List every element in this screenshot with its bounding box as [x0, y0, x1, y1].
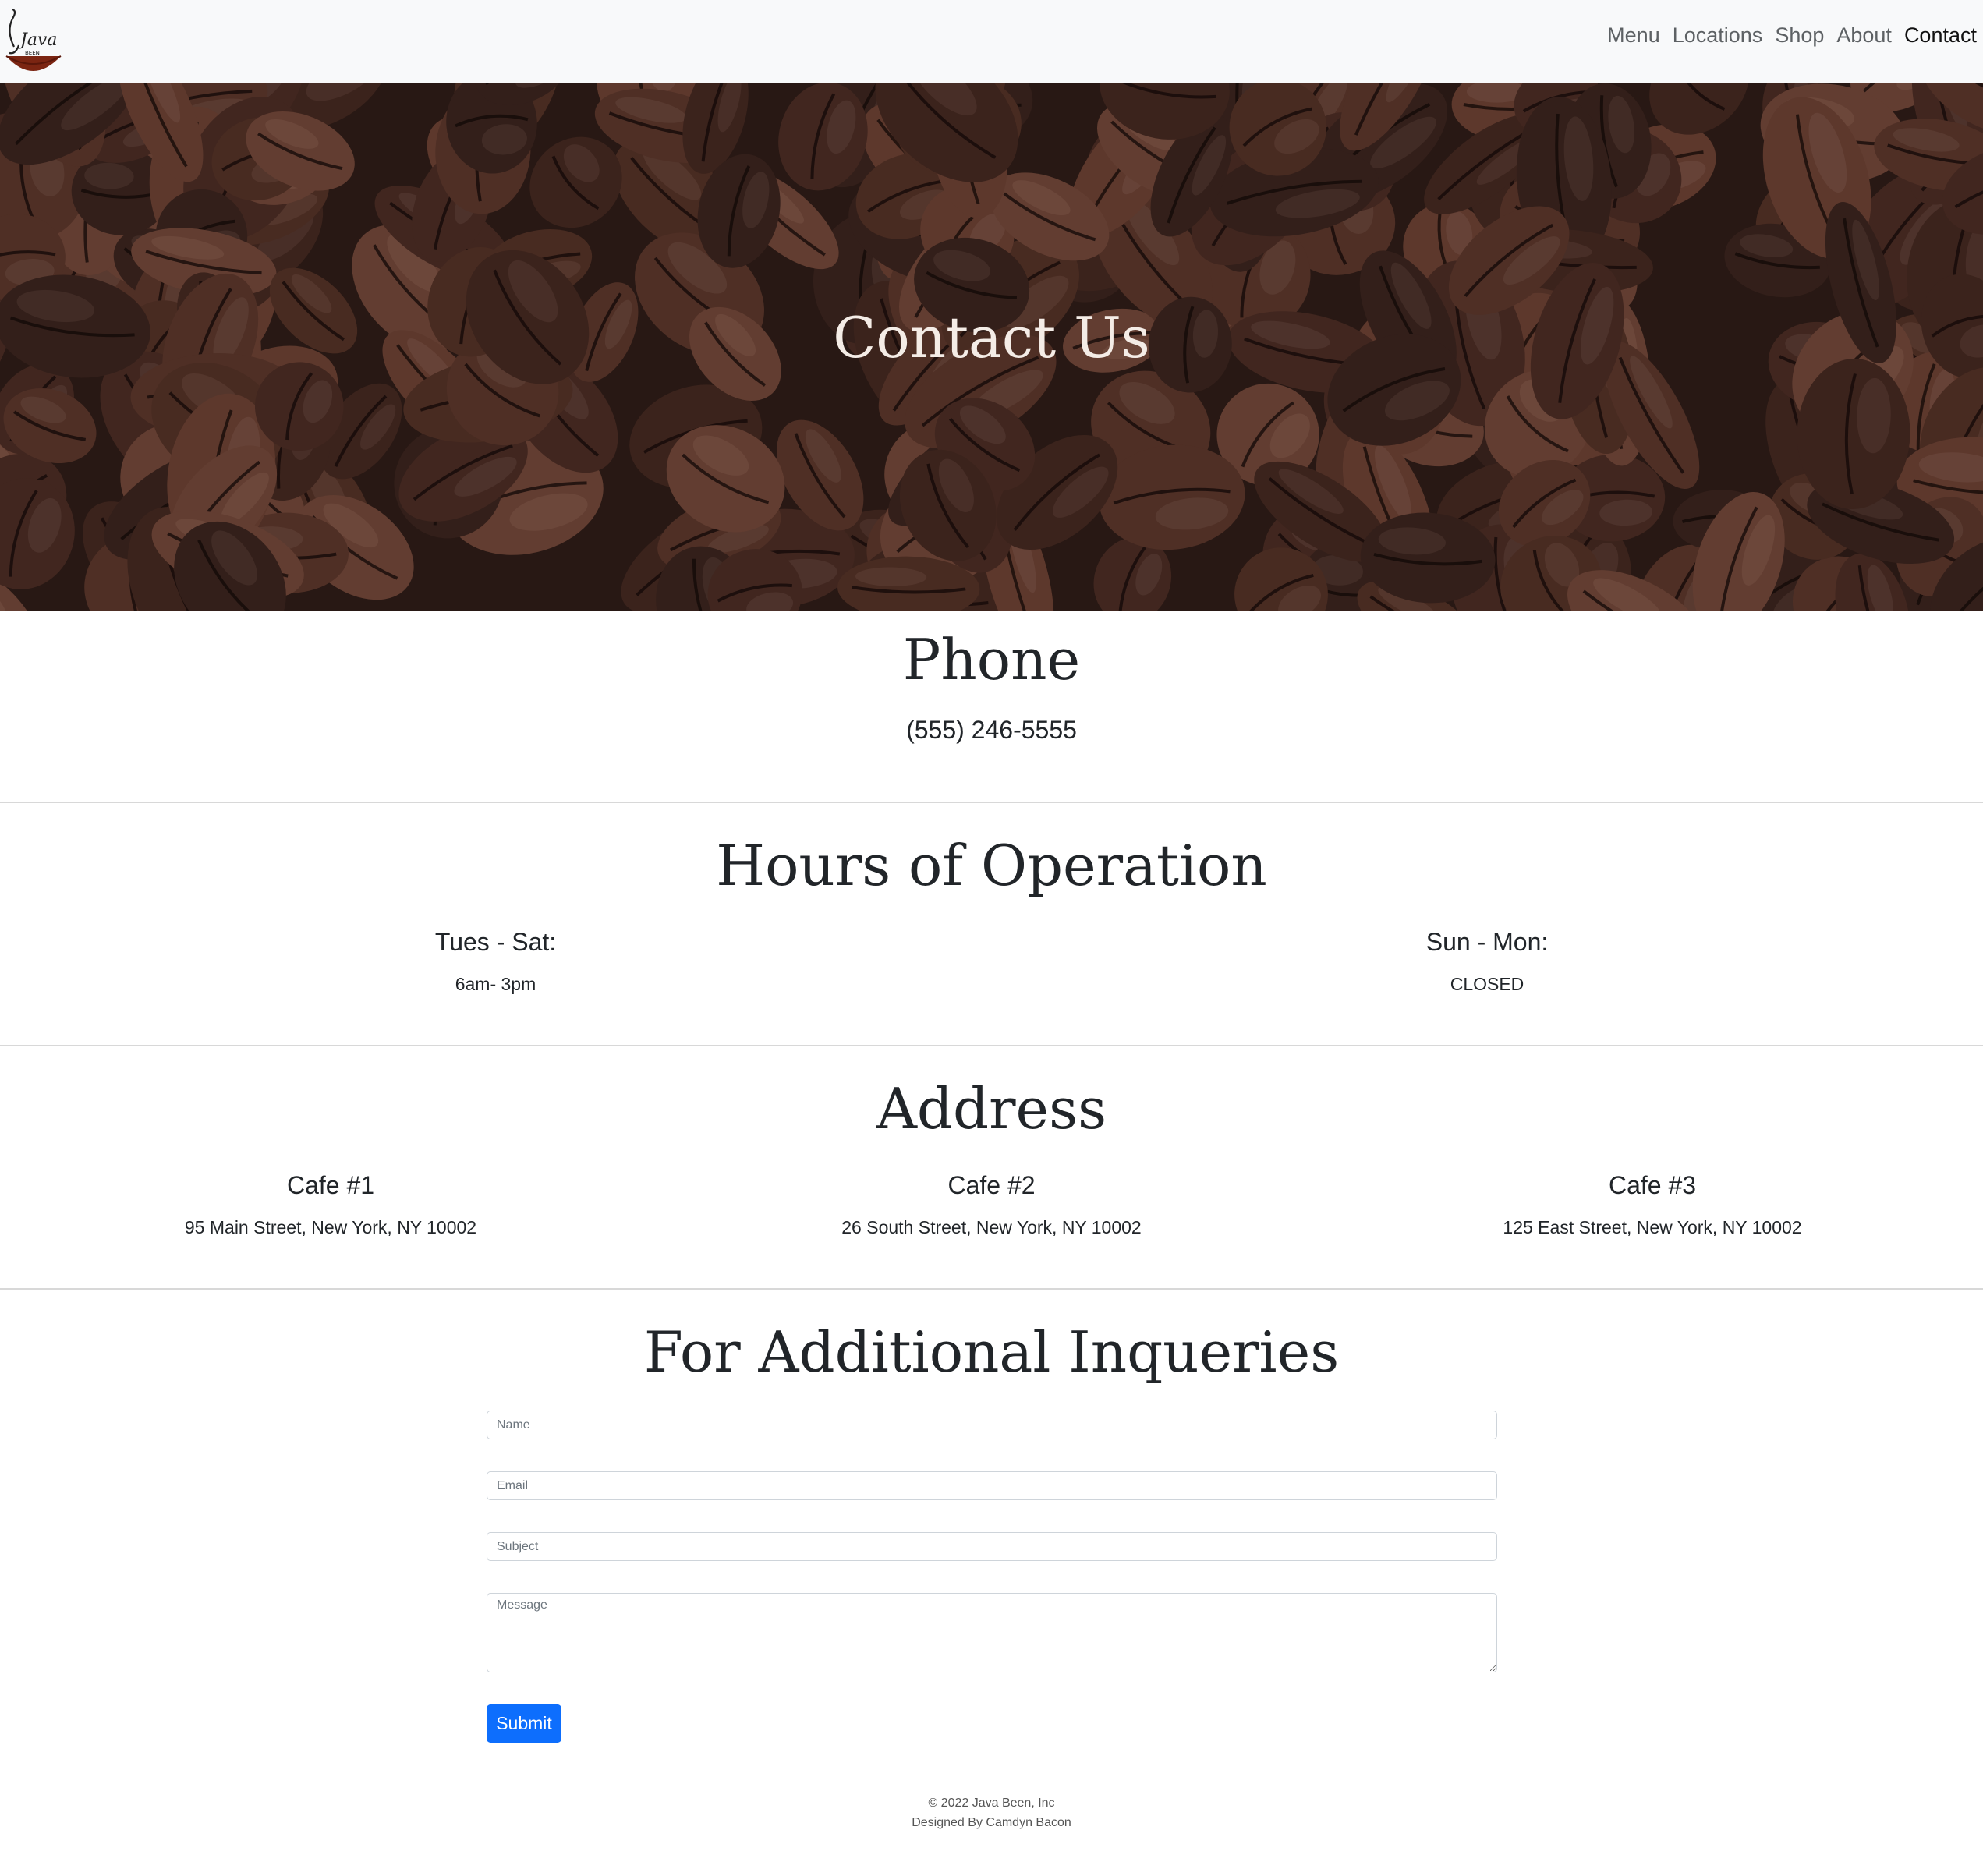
address-section: Address Cafe #1 95 Main Street, New York…: [0, 1081, 1983, 1260]
address-heading: Address: [876, 1076, 1107, 1142]
navbar: Java BEEN Menu Locations Shop About Cont…: [0, 0, 1983, 83]
hours-time: CLOSED: [1450, 974, 1524, 994]
hours-time: 6am- 3pm: [455, 974, 536, 994]
email-field[interactable]: [487, 1471, 1497, 1500]
footer-copyright: © 2022 Java Been, Inc: [928, 1796, 1055, 1810]
cafe-1: Cafe #1 95 Main Street, New York, NY 100…: [0, 1171, 661, 1238]
subject-field[interactable]: [487, 1532, 1497, 1561]
hero-title: Contact Us: [833, 305, 1150, 370]
nav-about[interactable]: About: [1836, 23, 1892, 48]
inquiry-heading: For Additional Inqueries: [643, 1319, 1340, 1385]
footer: © 2022 Java Been, Inc Designed By Camdyn…: [0, 1793, 1983, 1832]
cafe-name: Cafe #2: [947, 1171, 1036, 1199]
cafe-name: Cafe #3: [1608, 1171, 1697, 1199]
nav-contact[interactable]: Contact: [1904, 23, 1977, 48]
nav-links: Menu Locations Shop About Contact: [1607, 23, 1977, 48]
hours-sun-mon: Sun - Mon: CLOSED: [991, 928, 1983, 995]
phone-number: (555) 246-5555: [906, 716, 1077, 744]
cafe-3: Cafe #3 125 East Street, New York, NY 10…: [1322, 1171, 1983, 1238]
cafe-address: 26 South Street, New York, NY 10002: [841, 1217, 1142, 1237]
hours-heading: Hours of Operation: [716, 833, 1267, 898]
divider: [0, 1045, 1983, 1046]
divider: [0, 802, 1983, 803]
hours-tues-sat: Tues - Sat: 6am- 3pm: [0, 928, 991, 995]
hours-days: Tues - Sat:: [434, 928, 557, 956]
name-field[interactable]: [487, 1411, 1497, 1439]
phone-heading: Phone: [902, 627, 1081, 692]
nav-shop[interactable]: Shop: [1775, 23, 1824, 48]
nav-locations[interactable]: Locations: [1673, 23, 1763, 48]
brand-name: Java: [17, 30, 57, 50]
hours-days: Sun - Mon:: [1425, 928, 1549, 956]
footer-credit: Designed By Camdyn Bacon: [912, 1816, 1071, 1829]
brand-tagline: BEEN: [25, 50, 40, 56]
nav-menu[interactable]: Menu: [1607, 23, 1660, 48]
hero-banner: Contact Us: [0, 83, 1983, 611]
brand-logo[interactable]: Java BEEN: [2, 8, 64, 75]
hours-section: Hours of Operation Tues - Sat: 6am- 3pm …: [0, 837, 1983, 1017]
cafe-address: 125 East Street, New York, NY 10002: [1503, 1217, 1802, 1237]
cafe-name: Cafe #1: [286, 1171, 375, 1199]
cafe-address: 95 Main Street, New York, NY 10002: [184, 1217, 477, 1237]
message-field[interactable]: [487, 1593, 1497, 1672]
submit-button[interactable]: Submit: [487, 1704, 561, 1743]
inquiry-section: For Additional Inqueries: [0, 1324, 1983, 1380]
cafe-2: Cafe #2 26 South Street, New York, NY 10…: [661, 1171, 1322, 1238]
phone-section: Phone (555) 246-5555: [0, 632, 1983, 745]
divider: [0, 1288, 1983, 1290]
